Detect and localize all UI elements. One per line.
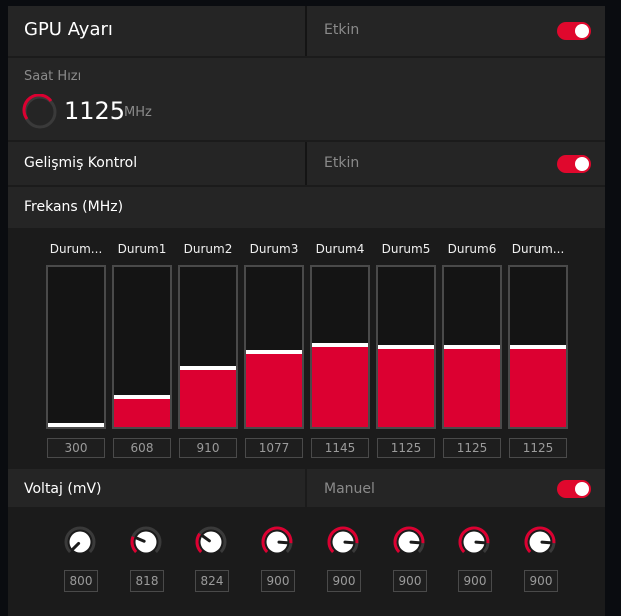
state-fill-5: [378, 347, 434, 427]
state-handle-0[interactable]: [48, 423, 104, 427]
state-label-4: Durum4: [315, 242, 365, 256]
state-handle-4[interactable]: [312, 343, 368, 347]
state-value-1[interactable]: 608: [113, 438, 171, 458]
state-value-0[interactable]: 300: [47, 438, 105, 458]
state-value-2[interactable]: 910: [179, 438, 237, 458]
knob-pointer: [474, 540, 486, 545]
voltage-value-2[interactable]: 824: [195, 570, 229, 592]
state-handle-2[interactable]: [180, 366, 236, 370]
advanced-control-status: Etkin: [324, 155, 360, 171]
state-fill-3: [246, 352, 302, 427]
clock-speed-label: Saat Hızı: [24, 69, 82, 84]
advanced-separator: [305, 142, 307, 185]
state-handle-6[interactable]: [444, 345, 500, 349]
state-label-2: Durum2: [183, 242, 233, 256]
state-fill-7: [510, 347, 566, 427]
state-label-1: Durum1: [117, 242, 167, 256]
state-fill-4: [312, 345, 368, 427]
voltage-value-4[interactable]: 900: [327, 570, 361, 592]
state-value-5[interactable]: 1125: [377, 438, 435, 458]
advanced-control-toggle[interactable]: [557, 155, 591, 173]
voltage-value-0[interactable]: 800: [64, 570, 98, 592]
state-slider-5[interactable]: [376, 265, 436, 429]
state-fill-6: [444, 347, 500, 427]
voltage-knob-1[interactable]: [128, 523, 166, 561]
state-slider-1[interactable]: [112, 265, 172, 429]
state-label-0: Durum...: [49, 242, 103, 256]
knob-pointer: [540, 540, 552, 545]
knob-pointer: [277, 540, 289, 545]
gpu-tuning-status: Etkin: [324, 22, 360, 38]
state-label-7: Durum...: [511, 242, 565, 256]
state-value-6[interactable]: 1125: [443, 438, 501, 458]
knob-level-arc: [195, 532, 203, 553]
knob-face: [200, 531, 222, 553]
voltage-knob-3[interactable]: [259, 523, 297, 561]
voltage-knob-4[interactable]: [325, 523, 363, 561]
knob-pointer: [409, 540, 421, 545]
state-value-7[interactable]: 1125: [509, 438, 567, 458]
state-slider-4[interactable]: [310, 265, 370, 429]
toggle-knob: [575, 482, 589, 496]
voltage-value-5[interactable]: 900: [393, 570, 427, 592]
voltage-title: Voltaj (mV): [24, 481, 102, 497]
state-handle-1[interactable]: [114, 395, 170, 399]
state-fill-2: [180, 368, 236, 427]
frequency-title: Frekans (MHz): [24, 199, 124, 215]
voltage-knob-0[interactable]: [62, 523, 100, 561]
state-handle-7[interactable]: [510, 345, 566, 349]
state-label-5: Durum5: [381, 242, 431, 256]
voltage-value-7[interactable]: 900: [524, 570, 558, 592]
gpu-tuning-toggle[interactable]: [557, 22, 591, 40]
clock-speed-gauge-icon: [22, 94, 57, 129]
state-slider-2[interactable]: [178, 265, 238, 429]
knob-pointer: [343, 540, 355, 545]
state-handle-3[interactable]: [246, 350, 302, 354]
clock-speed-unit: MHz: [124, 105, 152, 120]
state-label-3: Durum3: [249, 242, 299, 256]
clock-speed-value: 1125: [64, 97, 126, 125]
state-slider-7[interactable]: [508, 265, 568, 429]
voltage-knob-5[interactable]: [391, 523, 429, 561]
voltage-knob-6[interactable]: [456, 523, 494, 561]
voltage-value-6[interactable]: 900: [458, 570, 492, 592]
state-value-4[interactable]: 1145: [311, 438, 369, 458]
toggle-knob: [575, 24, 589, 38]
state-value-3[interactable]: 1077: [245, 438, 303, 458]
header-separator: [305, 6, 307, 56]
state-label-6: Durum6: [447, 242, 497, 256]
state-slider-3[interactable]: [244, 265, 304, 429]
state-slider-0[interactable]: [46, 265, 106, 429]
voltage-knob-7[interactable]: [522, 523, 560, 561]
voltage-toggle[interactable]: [557, 480, 591, 498]
gpu-tuning-title: GPU Ayarı: [24, 19, 113, 40]
toggle-knob: [575, 157, 589, 171]
state-slider-6[interactable]: [442, 265, 502, 429]
knob-face: [135, 531, 157, 553]
voltage-mode[interactable]: Manuel: [324, 481, 375, 497]
advanced-control-title: Gelişmiş Kontrol: [24, 155, 138, 171]
voltage-knob-2[interactable]: [193, 523, 231, 561]
voltage-value-3[interactable]: 900: [261, 570, 295, 592]
voltage-value-1[interactable]: 818: [130, 570, 164, 592]
state-fill-1: [114, 397, 170, 427]
state-handle-5[interactable]: [378, 345, 434, 349]
